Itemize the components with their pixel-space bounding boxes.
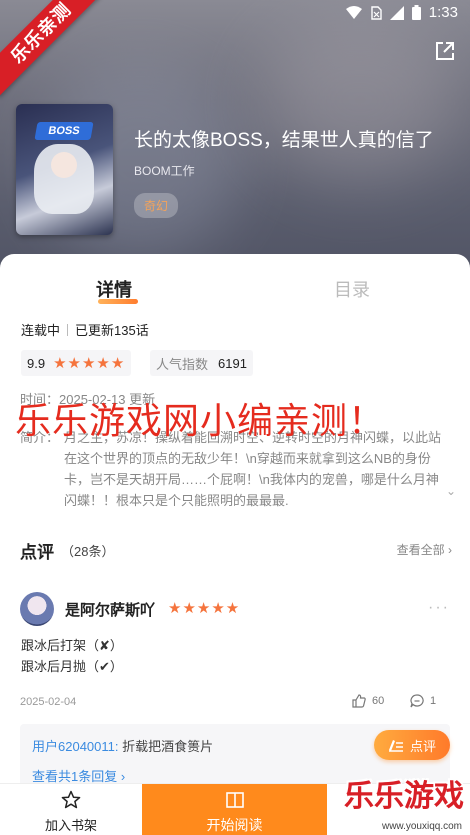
popularity-box: 人气指数 6191	[150, 350, 253, 376]
rating-value: 9.9	[27, 355, 46, 371]
review-text-line: 跟冰后月抛（✔）	[21, 659, 123, 674]
site-logo-watermark: 乐乐游戏 www.youxiqq.com	[340, 775, 470, 835]
clock: 1:33	[428, 4, 458, 21]
write-review-label: 点评	[409, 738, 436, 754]
thumbs-up-icon	[352, 694, 366, 708]
book-author[interactable]: BOOM工作	[134, 162, 195, 179]
detail-sheet: 详情 目录 连载中 已更新135话 9.9 ★★★★★ 人气指数 6191 时间：…	[0, 254, 470, 835]
watermark-overlay: 乐乐游戏网小编亲测！	[15, 401, 386, 442]
reply-line: 用户62040011: 折载把酒食篑片	[32, 736, 213, 755]
book-icon	[226, 792, 244, 808]
write-review-button[interactable]: 点评	[374, 730, 450, 760]
more-options-icon[interactable]: ···	[428, 599, 450, 617]
start-reading-button[interactable]: 开始阅读	[142, 784, 327, 835]
no-sim-icon	[371, 5, 382, 20]
rating-stars: ★★★★★	[53, 355, 126, 372]
add-to-shelf-button[interactable]: 加入书架	[0, 784, 142, 835]
edit-icon	[388, 740, 403, 752]
rating-box: 9.9 ★★★★★	[21, 350, 132, 376]
genre-tag[interactable]: 奇幻	[134, 193, 179, 218]
tab-indicator	[98, 299, 138, 304]
reply-count: 1	[430, 695, 437, 707]
cover-logo: BOSS	[34, 122, 94, 140]
tab-bar: 详情 目录	[0, 254, 470, 312]
reply-text: 折载把酒食篑片	[118, 739, 214, 754]
site-logo-url: www.youxiqq.com	[381, 821, 462, 832]
comment-icon	[410, 694, 424, 708]
site-logo-text: 乐乐游戏	[344, 779, 464, 814]
star-icon	[61, 790, 81, 809]
review-text-line: 跟冰后打架（✘）	[21, 638, 123, 653]
signal-icon	[389, 5, 404, 20]
start-reading-label: 开始阅读	[206, 817, 263, 833]
book-title: 长的太像BOSS，结果世人真的信了	[134, 130, 434, 151]
like-count: 60	[372, 695, 385, 707]
serial-status: 连载中 已更新135话	[21, 320, 149, 339]
battery-icon	[411, 5, 421, 20]
tab-catalog[interactable]: 目录	[334, 276, 370, 302]
view-all-label: 查看全部	[396, 543, 445, 557]
review-date: 2025-02-04	[20, 696, 77, 708]
review-username[interactable]: 是阿尔萨斯吖	[65, 599, 155, 620]
popularity-label: 人气指数	[156, 356, 209, 372]
wifi-icon	[345, 5, 362, 19]
reviews-title: 点评	[20, 543, 54, 563]
avatar[interactable]	[20, 592, 54, 626]
review-stars: ★★★★★	[168, 600, 241, 617]
chevron-right-icon: ›	[448, 543, 452, 557]
chapter-count: 已更新135话	[75, 323, 149, 338]
status-text: 连载中	[21, 323, 61, 338]
add-to-shelf-label: 加入书架	[44, 818, 97, 833]
book-header: 1:33 乐乐亲测 BOSS 长的太像BOSS，结果世人真的信了 BOOM工作 …	[0, 0, 470, 290]
book-cover[interactable]: BOSS	[16, 104, 113, 235]
reply-button[interactable]: 1	[410, 694, 436, 708]
share-icon[interactable]	[434, 40, 456, 62]
reply-username[interactable]: 用户62040011:	[32, 739, 119, 754]
popularity-value: 6191	[218, 355, 247, 371]
reviews-count: （28条）	[61, 544, 115, 559]
like-button[interactable]: 60	[352, 694, 384, 708]
cover-art	[51, 152, 77, 178]
background-blur	[260, 20, 460, 180]
expand-chevron-icon[interactable]: ⌄	[446, 484, 456, 498]
view-all-link[interactable]: 查看全部 ›	[397, 541, 452, 558]
